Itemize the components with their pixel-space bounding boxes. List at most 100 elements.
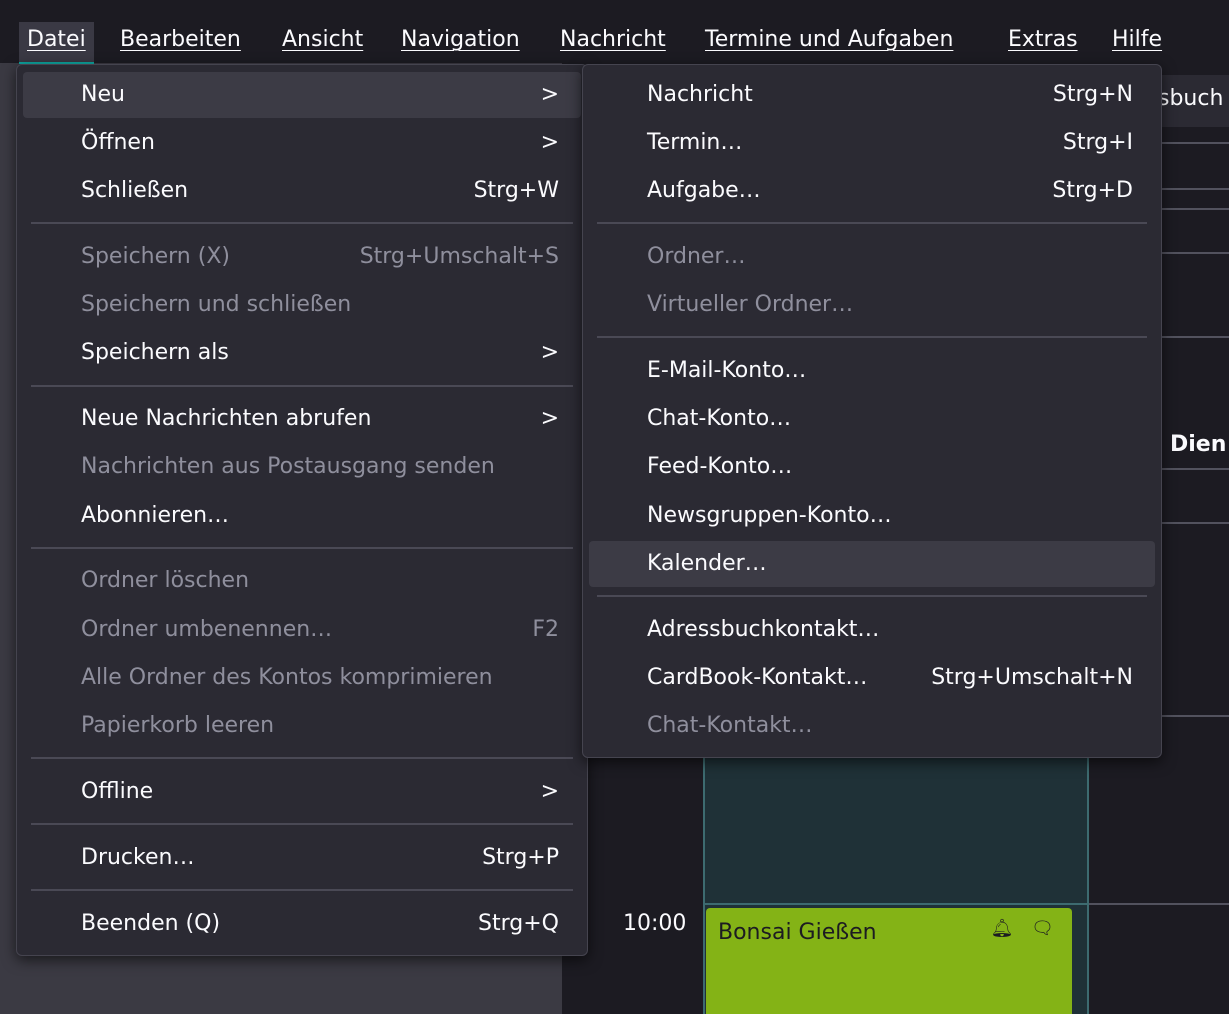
menu-separator xyxy=(31,889,573,891)
menu-item-adressbuchkontakt[interactable]: Adressbuchkontakt… xyxy=(589,607,1155,653)
menu-item-label: Öffnen xyxy=(81,130,155,155)
menu-item-feed-konto[interactable]: Feed-Konto… xyxy=(589,444,1155,490)
chevron-right-icon: > xyxy=(540,406,559,431)
menu-item-label: Nachrichten aus Postausgang senden xyxy=(81,454,495,479)
menu-item-ordner[interactable]: Ordner… xyxy=(589,234,1155,280)
menu-item-label: Offline xyxy=(81,779,154,804)
menubar: Datei Bearbeiten Ansicht Navigation Nach… xyxy=(0,0,1229,64)
menu-item-termin[interactable]: Termin… Strg+I xyxy=(589,120,1155,166)
menu-item-label: CardBook-Kontakt… xyxy=(647,665,868,690)
menu-item-speichern[interactable]: Speichern (X) Strg+Umschalt+S xyxy=(23,234,581,280)
menu-item-chat-kontakt[interactable]: Chat-Kontakt… xyxy=(589,703,1155,749)
menu-item-papierkorb-leeren[interactable]: Papierkorb leeren xyxy=(23,703,581,749)
menu-separator xyxy=(597,595,1147,597)
shortcut-label: Strg+Umschalt+N xyxy=(931,665,1133,690)
menu-separator xyxy=(31,757,573,759)
menu-separator xyxy=(31,222,573,224)
menu-separator xyxy=(597,222,1147,224)
menu-ansicht[interactable]: Ansicht xyxy=(274,22,371,62)
menu-item-label: Drucken… xyxy=(81,845,195,870)
menu-item-newsgruppen-konto[interactable]: Newsgruppen-Konto… xyxy=(589,493,1155,539)
shortcut-label: Strg+W xyxy=(473,178,559,203)
hour-line xyxy=(703,903,1089,905)
menu-separator xyxy=(31,547,573,549)
menu-item-schliessen[interactable]: Schließen Strg+W xyxy=(23,168,581,214)
menu-item-label: Neu xyxy=(81,82,125,107)
shortcut-label: Strg+N xyxy=(1052,82,1133,107)
shortcut-label: Strg+D xyxy=(1052,178,1133,203)
reminder-repeat-icons: 🔔︎ 🗨︎ xyxy=(990,918,1060,939)
menu-item-label: Ordner… xyxy=(647,244,746,269)
menu-item-neue-nachrichten-abrufen[interactable]: Neue Nachrichten abrufen > xyxy=(23,396,581,442)
menu-item-label: Alle Ordner des Kontos komprimieren xyxy=(81,665,493,690)
menu-item-ordner-umbenennen[interactable]: Ordner umbenennen… F2 xyxy=(23,607,581,653)
menu-datei[interactable]: Datei xyxy=(19,22,94,64)
menu-item-label: Virtueller Ordner… xyxy=(647,292,854,317)
chevron-right-icon: > xyxy=(540,779,559,804)
menu-separator xyxy=(31,823,573,825)
menu-item-label: Speichern (X) xyxy=(81,244,230,269)
menu-item-label: Adressbuchkontakt… xyxy=(647,617,880,642)
menu-item-label: Feed-Konto… xyxy=(647,454,793,479)
menu-item-label: Papierkorb leeren xyxy=(81,713,275,738)
divider xyxy=(1086,903,1229,905)
menu-item-oeffnen[interactable]: Öffnen > xyxy=(23,120,581,166)
menu-item-speichern-als[interactable]: Speichern als > xyxy=(23,330,581,376)
menu-item-chat-konto[interactable]: Chat-Konto… xyxy=(589,396,1155,442)
menu-item-label: Speichern und schließen xyxy=(81,292,352,317)
menu-item-komprimieren[interactable]: Alle Ordner des Kontos komprimieren xyxy=(23,655,581,701)
event-title: Bonsai Gießen xyxy=(718,920,877,945)
menu-item-ordner-loeschen[interactable]: Ordner löschen xyxy=(23,558,581,604)
calendar-event[interactable]: Bonsai Gießen 🔔︎ 🗨︎ xyxy=(706,908,1072,1014)
menu-nachricht[interactable]: Nachricht xyxy=(552,22,674,62)
menu-item-label: Chat-Konto… xyxy=(647,406,792,431)
menu-termine-aufgaben[interactable]: Termine und Aufgaben xyxy=(697,22,961,62)
tab-addressbook-label: sbuch xyxy=(1158,86,1224,111)
menu-item-abonnieren[interactable]: Abonnieren… xyxy=(23,493,581,539)
menu-item-drucken[interactable]: Drucken… Strg+P xyxy=(23,835,581,881)
menu-item-postausgang-senden[interactable]: Nachrichten aus Postausgang senden xyxy=(23,444,581,490)
menu-extras[interactable]: Extras xyxy=(1000,22,1086,62)
menu-item-label: E-Mail-Konto… xyxy=(647,358,807,383)
menu-item-label: Ordner löschen xyxy=(81,568,250,593)
shortcut-label: F2 xyxy=(532,617,559,642)
menu-item-label: Ordner umbenennen… xyxy=(81,617,333,642)
chevron-right-icon: > xyxy=(540,82,559,107)
chevron-right-icon: > xyxy=(540,340,559,365)
datei-menu: Neu > Öffnen > Schließen Strg+W Speicher… xyxy=(16,64,588,956)
menu-item-email-konto[interactable]: E-Mail-Konto… xyxy=(589,348,1155,394)
menu-item-label: Chat-Kontakt… xyxy=(647,713,813,738)
menu-separator xyxy=(597,336,1147,338)
menu-item-label: Beenden (Q) xyxy=(81,911,221,936)
shortcut-label: Strg+Q xyxy=(478,911,559,936)
menu-item-label: Termin… xyxy=(647,130,743,155)
menu-item-label: Aufgabe… xyxy=(647,178,761,203)
menu-item-kalender[interactable]: Kalender… xyxy=(589,541,1155,587)
menu-item-label: Schließen xyxy=(81,178,189,203)
menu-hilfe[interactable]: Hilfe xyxy=(1104,22,1170,62)
menu-bearbeiten[interactable]: Bearbeiten xyxy=(112,22,249,62)
menu-navigation[interactable]: Navigation xyxy=(393,22,528,62)
menu-item-speichern-schliessen[interactable]: Speichern und schließen xyxy=(23,282,581,328)
menu-item-aufgabe[interactable]: Aufgabe… Strg+D xyxy=(589,168,1155,214)
menu-item-virtueller-ordner[interactable]: Virtueller Ordner… xyxy=(589,282,1155,328)
menu-item-offline[interactable]: Offline > xyxy=(23,769,581,815)
neu-submenu: Nachricht Strg+N Termin… Strg+I Aufgabe…… xyxy=(582,64,1162,758)
menu-item-label: Kalender… xyxy=(647,551,767,576)
shortcut-label: Strg+Umschalt+S xyxy=(359,244,559,269)
menu-item-cardbook-kontakt[interactable]: CardBook-Kontakt… Strg+Umschalt+N xyxy=(589,655,1155,701)
shortcut-label: Strg+I xyxy=(1062,130,1133,155)
chevron-right-icon: > xyxy=(540,130,559,155)
menu-item-label: Abonnieren… xyxy=(81,503,230,528)
menu-item-beenden[interactable]: Beenden (Q) Strg+Q xyxy=(23,901,581,947)
menu-separator xyxy=(31,385,573,387)
time-label: 10:00 xyxy=(623,911,687,936)
menu-item-label: Neue Nachrichten abrufen xyxy=(81,406,372,431)
menu-item-neu[interactable]: Neu > xyxy=(23,72,581,118)
menu-item-label: Speichern als xyxy=(81,340,229,365)
shortcut-label: Strg+P xyxy=(482,845,559,870)
menu-item-nachricht[interactable]: Nachricht Strg+N xyxy=(589,72,1155,118)
menu-item-label: Newsgruppen-Konto… xyxy=(647,503,892,528)
menu-item-label: Nachricht xyxy=(647,82,753,107)
day-header-tuesday: Dien xyxy=(1170,432,1227,457)
